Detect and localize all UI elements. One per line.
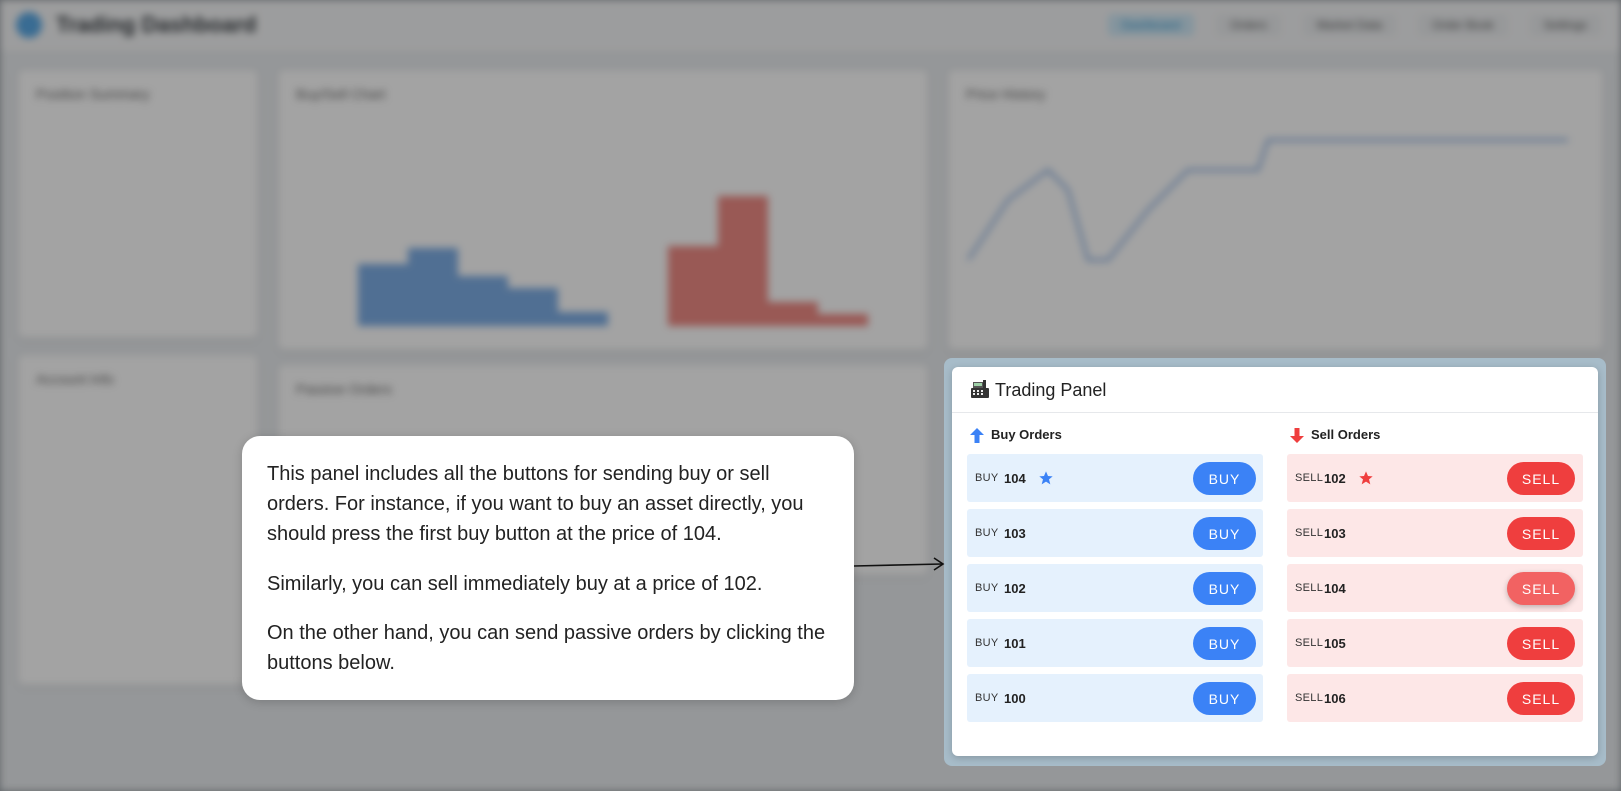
buy-order-row: BUY 101 BUY	[967, 619, 1263, 667]
order-price: 103	[1324, 526, 1346, 541]
side-label: BUY	[975, 637, 999, 649]
buy-button-100[interactable]: BUY	[1193, 682, 1256, 715]
side-label: BUY	[975, 582, 999, 594]
order-price: 105	[1324, 636, 1346, 651]
tooltip-paragraph-1: This panel includes all the buttons for …	[267, 463, 804, 545]
buy-button-104[interactable]: BUY	[1193, 462, 1256, 495]
cash-register-icon	[971, 380, 989, 398]
tooltip-paragraph-2: Similarly, you can sell immediately buy …	[267, 573, 763, 595]
order-price: 102	[1004, 581, 1026, 596]
sell-button-104[interactable]: SELL	[1507, 572, 1575, 605]
tooltip-pointer-arrow	[854, 557, 945, 571]
sell-order-row: SELL 106 SELL	[1287, 674, 1583, 722]
order-price: 104	[1324, 581, 1346, 596]
sell-orders-title: Sell Orders	[1311, 427, 1381, 442]
order-price: 106	[1324, 691, 1346, 706]
sell-orders-header: Sell Orders	[1287, 425, 1583, 447]
star-icon	[1359, 471, 1373, 485]
side-label: SELL	[1295, 637, 1324, 649]
sell-button-102[interactable]: SELL	[1507, 462, 1575, 495]
buy-button-102[interactable]: BUY	[1193, 572, 1256, 605]
arrow-up-icon	[970, 428, 984, 443]
sell-order-row: SELL 103 SELL	[1287, 509, 1583, 557]
trading-panel-header: Trading Panel	[952, 367, 1598, 413]
buy-order-row: BUY 102 BUY	[967, 564, 1263, 612]
sell-button-106[interactable]: SELL	[1507, 682, 1575, 715]
side-label: SELL	[1295, 472, 1324, 484]
sell-orders-column: Sell Orders SELL 102 SELL SELL 103 SELL …	[1287, 425, 1583, 722]
trading-panel: Trading Panel Buy Orders BUY 104 BUY BUY…	[952, 367, 1598, 756]
star-icon	[1039, 471, 1053, 485]
buy-button-101[interactable]: BUY	[1193, 627, 1256, 660]
order-price: 103	[1004, 526, 1026, 541]
arrow-down-icon	[1290, 428, 1304, 443]
order-price: 101	[1004, 636, 1026, 651]
buy-orders-column: Buy Orders BUY 104 BUY BUY 103 BUY BUY 1…	[967, 425, 1263, 722]
sell-order-row: SELL 104 SELL	[1287, 564, 1583, 612]
side-label: BUY	[975, 472, 999, 484]
buy-order-row: BUY 103 BUY	[967, 509, 1263, 557]
sell-order-row: SELL 105 SELL	[1287, 619, 1583, 667]
sell-button-103[interactable]: SELL	[1507, 517, 1575, 550]
buy-orders-title: Buy Orders	[991, 427, 1062, 442]
buy-button-103[interactable]: BUY	[1193, 517, 1256, 550]
sell-order-row: SELL 102 SELL	[1287, 454, 1583, 502]
trading-panel-title: Trading Panel	[995, 380, 1107, 400]
tooltip-paragraph-3: On the other hand, you can send passive …	[267, 622, 826, 674]
side-label: SELL	[1295, 527, 1324, 539]
side-label: SELL	[1295, 582, 1324, 594]
side-label: BUY	[975, 527, 999, 539]
order-price: 102	[1324, 471, 1346, 486]
buy-order-row: BUY 104 BUY	[967, 454, 1263, 502]
side-label: BUY	[975, 692, 999, 704]
tutorial-tooltip: This panel includes all the buttons for …	[242, 436, 854, 700]
sell-button-105[interactable]: SELL	[1507, 627, 1575, 660]
buy-orders-header: Buy Orders	[967, 425, 1263, 447]
order-price: 104	[1004, 471, 1026, 486]
buy-order-row: BUY 100 BUY	[967, 674, 1263, 722]
order-price: 100	[1004, 691, 1026, 706]
side-label: SELL	[1295, 692, 1324, 704]
